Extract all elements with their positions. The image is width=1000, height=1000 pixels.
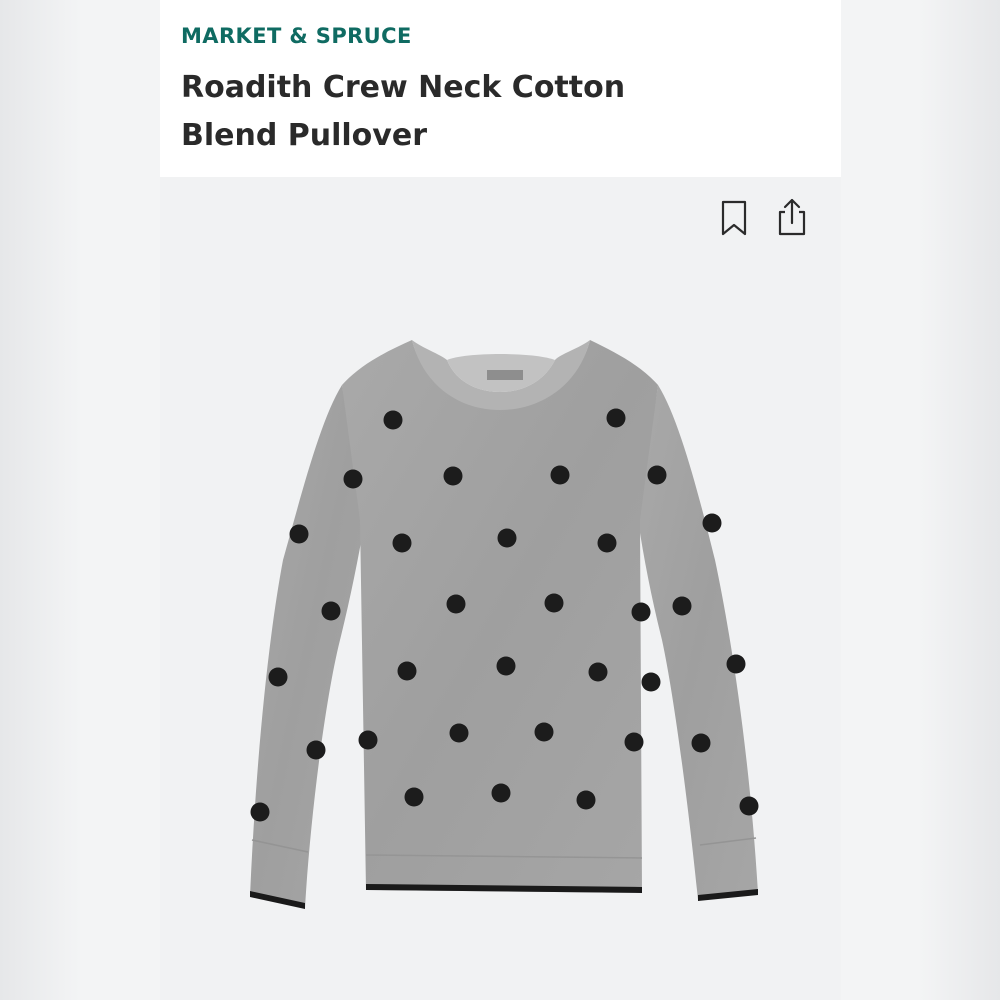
polka-dot <box>446 594 466 614</box>
polka-dot <box>534 722 554 742</box>
polka-dot <box>497 528 517 548</box>
polka-dot <box>544 593 564 613</box>
polka-dot <box>343 469 363 489</box>
product-header: MARKET & SPRUCE Roadith Crew Neck Cotton… <box>160 0 841 177</box>
polka-dot <box>597 533 617 553</box>
polka-dot <box>550 465 570 485</box>
polka-dot <box>576 790 596 810</box>
polka-dot <box>383 410 403 430</box>
polka-dot <box>624 732 644 752</box>
polka-dot <box>739 796 759 816</box>
product-image[interactable] <box>160 250 841 1000</box>
polka-dot <box>250 802 270 822</box>
polka-dot <box>641 672 661 692</box>
polka-dot <box>496 656 516 676</box>
polka-dot <box>588 662 608 682</box>
brand-name[interactable]: MARKET & SPRUCE <box>181 24 412 48</box>
polka-dot <box>443 466 463 486</box>
polka-dot <box>289 524 309 544</box>
polka-dot <box>702 513 722 533</box>
polka-dot <box>647 465 667 485</box>
bookmark-button[interactable] <box>716 196 752 238</box>
polka-dot <box>404 787 424 807</box>
polka-dot <box>449 723 469 743</box>
polka-dot <box>691 733 711 753</box>
polka-dot <box>358 730 378 750</box>
polka-dot <box>392 533 412 553</box>
polka-dot <box>491 783 511 803</box>
polka-dot <box>321 601 341 621</box>
bookmark-icon <box>721 200 747 236</box>
sweater-illustration <box>250 340 758 909</box>
polka-dot <box>631 602 651 622</box>
product-card: MARKET & SPRUCE Roadith Crew Neck Cotton… <box>160 0 841 1000</box>
polka-dot <box>268 667 288 687</box>
share-icon <box>778 198 806 236</box>
polka-dot <box>726 654 746 674</box>
polka-dot <box>672 596 692 616</box>
product-title: Roadith Crew Neck Cotton Blend Pullover <box>181 70 626 153</box>
polka-dot <box>306 740 326 760</box>
share-button[interactable] <box>774 196 810 238</box>
polka-dot <box>397 661 417 681</box>
polka-dot <box>606 408 626 428</box>
